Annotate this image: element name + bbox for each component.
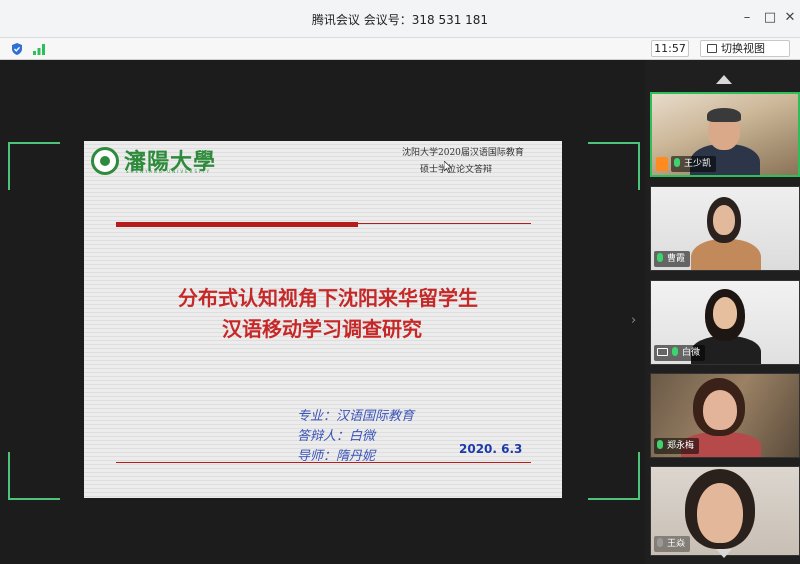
frame-corner-top-left xyxy=(8,142,60,190)
slide-bottom-divider xyxy=(116,462,531,463)
participant-tile[interactable]: 郑永梅 xyxy=(650,373,800,458)
slide-header-line1: 沈阳大学2020届汉语国际教育 xyxy=(402,148,524,158)
participant-tile[interactable]: 王少凯 xyxy=(650,92,800,177)
participant-name-tag: 曹霞 xyxy=(654,251,691,267)
participant-name-tag: 王焱 xyxy=(654,536,691,552)
participant-face xyxy=(713,297,737,329)
switch-view-label: 切换视图 xyxy=(721,42,765,55)
university-logo-subtext: SHENYANG UNIVERSITY xyxy=(126,169,212,174)
participant-body xyxy=(691,239,761,270)
participant-face xyxy=(703,390,737,430)
participant-tile[interactable]: 曹霞 xyxy=(650,186,800,271)
microphone-icon xyxy=(657,440,663,449)
frame-corner-bottom-right xyxy=(588,452,640,500)
close-button[interactable]: ✕ xyxy=(781,9,799,27)
scroll-down-icon[interactable] xyxy=(716,549,732,558)
title-bar: 腾讯会议 会议号：318 531 181 – □ ✕ xyxy=(0,0,800,38)
meeting-clock: 11:57 xyxy=(651,40,689,57)
screen-share-icon xyxy=(657,348,668,356)
participant-tile[interactable]: 王焱 xyxy=(650,466,800,556)
participant-name-tag: 郑永梅 xyxy=(654,438,700,454)
university-emblem-icon xyxy=(91,147,119,175)
frame-corner-bottom-left xyxy=(8,452,60,500)
slide-divider-thick xyxy=(116,222,358,227)
signal-icon[interactable] xyxy=(32,42,46,56)
participant-name: 王少凯 xyxy=(684,159,712,169)
view-icon xyxy=(707,44,717,53)
microphone-icon xyxy=(657,253,663,262)
slide-major: 专业：汉语国际教育 xyxy=(297,409,415,424)
microphone-icon xyxy=(657,538,663,547)
scroll-up-icon[interactable] xyxy=(716,75,732,84)
maximize-button[interactable]: □ xyxy=(761,9,779,27)
slide-title-line2: 汉语移动学习调查研究 xyxy=(222,317,422,341)
participant-name: 白微 xyxy=(682,348,701,358)
host-badge-icon xyxy=(656,157,668,171)
participant-hair xyxy=(707,108,741,122)
frame-corner-top-right xyxy=(588,142,640,190)
microphone-icon xyxy=(674,158,680,167)
participant-name: 曹霞 xyxy=(667,254,686,264)
participant-face xyxy=(713,205,735,235)
participant-tile[interactable]: 白微 xyxy=(650,280,800,365)
slide-defender: 答辩人：白微 xyxy=(297,429,376,444)
participant-name: 王焱 xyxy=(667,539,686,549)
presentation-slide: 瀋陽大學 SHENYANG UNIVERSITY 沈阳大学2020届汉语国际教育… xyxy=(84,141,562,498)
participant-name: 郑永梅 xyxy=(667,441,695,451)
mouse-cursor-icon xyxy=(444,161,452,173)
slide-date: 2020. 6.3 xyxy=(459,442,523,456)
slide-header-line2: 硕士学位论文答辩 xyxy=(420,165,493,175)
chevron-right-icon[interactable]: › xyxy=(631,313,636,328)
participant-face xyxy=(697,483,743,543)
participant-name-tag: 白微 xyxy=(654,345,706,361)
participant-name-tag: 王少凯 xyxy=(671,156,717,172)
minimize-button[interactable]: – xyxy=(738,9,756,27)
slide-title-line1: 分布式认知视角下沈阳来华留学生 xyxy=(178,286,478,310)
meeting-toolbar: 11:57 切换视图 xyxy=(0,38,800,60)
window-title: 腾讯会议 会议号：318 531 181 xyxy=(311,13,489,27)
microphone-icon xyxy=(672,347,678,356)
switch-view-button[interactable]: 切换视图 xyxy=(700,40,790,57)
shield-icon[interactable] xyxy=(10,42,24,56)
